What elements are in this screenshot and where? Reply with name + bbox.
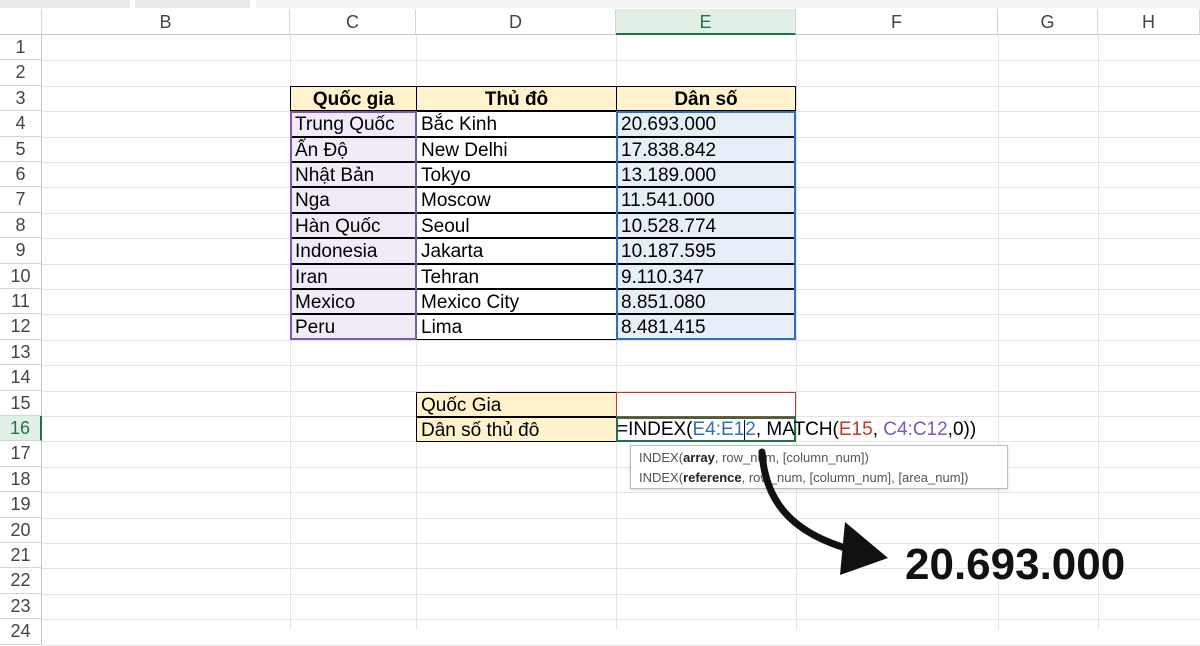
population-cell[interactable]: 9.110.347 xyxy=(616,263,796,289)
capital-cell[interactable]: Tokyo xyxy=(416,162,617,188)
row-header-20[interactable]: 20 xyxy=(0,517,42,543)
label-country-lookup[interactable]: Quốc Gia xyxy=(416,391,617,417)
capital-cell[interactable]: Mexico City xyxy=(416,289,617,315)
result-value: 20.693.000 xyxy=(905,540,1126,589)
population-cell[interactable]: 10.528.774 xyxy=(616,212,796,239)
country-cell[interactable]: Mexico xyxy=(290,289,417,315)
formula-func-match: , MATCH( xyxy=(755,419,839,440)
row-header-10[interactable]: 10 xyxy=(0,263,42,289)
population-cell[interactable]: 11.541.000 xyxy=(616,187,796,213)
column-header-e[interactable]: E xyxy=(616,9,796,35)
tab-strip xyxy=(0,0,130,8)
country-cell[interactable]: Iran xyxy=(290,263,417,289)
country-cell[interactable]: Nga xyxy=(290,187,417,213)
country-input-cell[interactable] xyxy=(616,391,796,417)
population-cell[interactable]: 8.851.080 xyxy=(616,289,796,315)
population-cell[interactable]: 13.189.000 xyxy=(616,162,796,188)
row-header-8[interactable]: 8 xyxy=(0,212,42,239)
row-header-9[interactable]: 9 xyxy=(0,238,42,264)
spreadsheet: B C D E F G H 1 2 3 4 5 6 7 8 9 10 11 12 13 14 15 16 17 1… xyxy=(0,0,1200,646)
formula-separator: , xyxy=(872,419,884,440)
population-cell[interactable]: 17.838.842 xyxy=(616,136,796,162)
row-header-23[interactable]: 23 xyxy=(0,593,42,620)
country-cell[interactable]: Trung Quốc xyxy=(290,111,417,137)
row-header-6[interactable]: 6 xyxy=(0,162,42,188)
row-header-7[interactable]: 7 xyxy=(0,187,42,213)
column-header-d[interactable]: D xyxy=(416,9,616,35)
capital-cell[interactable]: New Delhi xyxy=(416,136,617,162)
row-header-3[interactable]: 3 xyxy=(0,85,42,112)
capital-cell[interactable]: Lima xyxy=(416,314,617,340)
capital-cell[interactable]: Bắc Kinh xyxy=(416,111,617,137)
capital-cell[interactable]: Seoul xyxy=(416,212,617,239)
column-header-c[interactable]: C xyxy=(290,9,416,35)
formula-func-index: =INDEX( xyxy=(617,419,693,440)
row-header-17[interactable]: 17 xyxy=(0,441,42,467)
country-cell[interactable]: Nhật Bản xyxy=(290,162,417,188)
row-header-22[interactable]: 22 xyxy=(0,568,42,594)
formula-tail: ,0)) xyxy=(947,419,977,440)
column-header-h[interactable]: H xyxy=(1098,9,1200,35)
row-header-14[interactable]: 14 xyxy=(0,365,42,391)
tab-strip xyxy=(135,0,250,8)
row-header-19[interactable]: 19 xyxy=(0,492,42,518)
country-cell[interactable]: Ấn Độ xyxy=(290,136,417,162)
header-cell-capital[interactable]: Thủ đô xyxy=(416,85,617,112)
curved-arrow-icon xyxy=(758,448,888,575)
population-cell[interactable]: 8.481.415 xyxy=(616,314,796,340)
column-header-b[interactable]: B xyxy=(42,9,290,35)
row-header-24[interactable]: 24 xyxy=(0,619,42,645)
row-header-2[interactable]: 2 xyxy=(0,60,42,86)
column-header-g[interactable]: G xyxy=(998,9,1098,35)
row-header-21[interactable]: 21 xyxy=(0,543,42,569)
row-header-12[interactable]: 12 xyxy=(0,314,42,340)
population-cell[interactable]: 20.693.000 xyxy=(616,111,796,137)
row-header-5[interactable]: 5 xyxy=(0,136,42,162)
row-header-15[interactable]: 15 xyxy=(0,390,42,416)
label-capital-population[interactable]: Dân số thủ đô xyxy=(416,417,617,443)
header-cell-country[interactable]: Quốc gia xyxy=(290,85,417,112)
tab-strip xyxy=(256,0,1200,8)
select-all-corner[interactable] xyxy=(0,9,42,35)
formula-ref-e15: E15 xyxy=(838,419,873,440)
capital-cell[interactable]: Tehran xyxy=(416,263,617,289)
row-header-11[interactable]: 11 xyxy=(0,289,42,315)
formula-ref-range-e: E4:E1 xyxy=(692,419,745,440)
country-cell[interactable]: Indonesia xyxy=(290,238,417,264)
country-cell[interactable]: Hàn Quốc xyxy=(290,212,417,239)
header-cell-population[interactable]: Dân số xyxy=(616,85,796,112)
country-cell[interactable]: Peru xyxy=(290,314,417,340)
row-header-1[interactable]: 1 xyxy=(0,35,42,61)
row-header-18[interactable]: 18 xyxy=(0,466,42,493)
column-header-f[interactable]: F xyxy=(796,9,998,35)
formula-ref-range-c: C4:C12 xyxy=(883,419,948,440)
row-header-4[interactable]: 4 xyxy=(0,111,42,137)
capital-cell[interactable]: Moscow xyxy=(416,187,617,213)
capital-cell[interactable]: Jakarta xyxy=(416,238,617,264)
formula-ref-range-e-end: 2 xyxy=(745,419,756,440)
row-header-13[interactable]: 13 xyxy=(0,339,42,366)
row-header-16[interactable]: 16 xyxy=(0,416,42,442)
population-cell[interactable]: 10.187.595 xyxy=(616,238,796,264)
